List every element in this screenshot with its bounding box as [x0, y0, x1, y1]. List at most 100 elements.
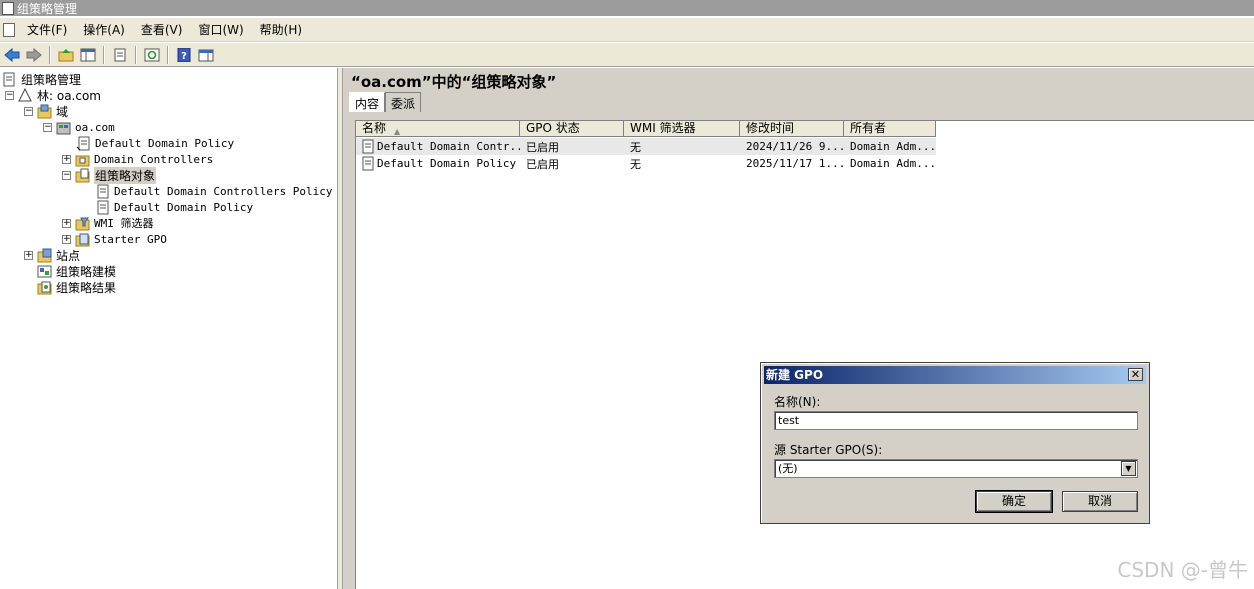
select-value: (无) [778, 462, 798, 475]
tree-domains[interactable]: − 域 [24, 103, 68, 119]
tree-default-domain-policy-link[interactable]: Default Domain Policy [76, 135, 234, 151]
tree-domain[interactable]: − oa.com [43, 119, 115, 135]
tree-gpo-item[interactable]: Default Domain Controllers Policy [95, 183, 333, 199]
menu-window[interactable]: 窗口(W) [190, 21, 251, 38]
refresh-icon[interactable] [142, 46, 162, 64]
cell-modified: 2025/11/17 1... [746, 157, 844, 170]
list-header: 名称 ▲ GPO 状态 WMI 筛选器 修改时间 所有者 [356, 121, 936, 137]
menu-action[interactable]: 操作(A) [75, 21, 133, 38]
cell-text: Default Domain Policy [377, 157, 517, 170]
column-header-gpo-status[interactable]: GPO 状态 [520, 121, 624, 137]
cell-modified: 2024/11/26 9... [746, 140, 844, 153]
menu-file[interactable]: 文件(F) [19, 21, 75, 38]
new-gpo-dialog: 新建 GPO ✕ 名称(N): test 源 Starter GPO(S): (… [760, 362, 1150, 524]
name-label: 名称(N): [774, 395, 821, 409]
window-title: 组策略管理 [17, 1, 78, 16]
source-starter-gpo-select[interactable]: (无) ▼ [774, 459, 1138, 478]
collapse-toggle[interactable]: − [5, 90, 14, 100]
tree-root[interactable]: 组策略管理 [2, 71, 81, 87]
expand-toggle[interactable]: + [62, 234, 71, 244]
modeling-icon [37, 264, 52, 279]
gpo-icon [360, 156, 375, 171]
cell-text: Default Domain Contr... [377, 140, 520, 153]
dropdown-arrow-icon[interactable]: ▼ [1121, 461, 1136, 476]
dialog-title: 新建 GPO [766, 368, 824, 382]
tree-label: 组策略结果 [56, 280, 117, 295]
gpo-name-input[interactable]: test [774, 411, 1138, 430]
tree-starter-gpo[interactable]: + Starter GPO [62, 231, 167, 247]
collapse-toggle[interactable]: − [43, 122, 52, 132]
source-starter-gpo-label: 源 Starter GPO(S): [774, 443, 883, 457]
show-action-pane-icon[interactable] [196, 46, 216, 64]
cell-wmi-filter: 无 [630, 140, 641, 154]
column-header-owner[interactable]: 所有者 [844, 121, 936, 137]
forest-icon [18, 87, 33, 103]
domain-icon [56, 120, 71, 135]
tree-label: 域 [56, 104, 69, 119]
cancel-button[interactable]: 取消 [1062, 491, 1138, 512]
tree-label: 站点 [56, 248, 81, 263]
tree-label: 组策略对象 [94, 166, 157, 184]
column-label: WMI 筛选器 [630, 121, 696, 135]
domains-folder-icon [37, 104, 52, 119]
cell-owner: Domain Adm... [850, 157, 936, 170]
expand-toggle[interactable]: + [24, 250, 33, 260]
watermark: CSDN @-曾牛 [1117, 558, 1248, 582]
gpm-icon [2, 72, 17, 87]
tree-label: Domain Controllers [94, 152, 214, 166]
table-row[interactable]: Default Domain Policy 已启用 无 2025/11/17 1… [356, 155, 936, 172]
tree-label: Default Domain Policy [95, 136, 235, 150]
column-header-wmi-filter[interactable]: WMI 筛选器 [624, 121, 740, 137]
tab-contents[interactable]: 内容 [349, 92, 386, 112]
menu-view[interactable]: 查看(V) [133, 21, 191, 38]
tab-delegation[interactable]: 委派 [385, 92, 422, 112]
tree-gp-results[interactable]: 组策略结果 [37, 279, 116, 295]
tree-sites[interactable]: + 站点 [24, 247, 80, 263]
gpo-link-icon [76, 136, 91, 151]
tree-gpo-container[interactable]: − 组策略对象 [62, 166, 157, 184]
tab-strip: 内容 委派 [349, 92, 422, 112]
column-label: GPO 状态 [526, 121, 580, 135]
forward-arrow-icon[interactable] [24, 46, 44, 64]
gpo-icon [95, 184, 110, 199]
properties-icon[interactable] [110, 46, 130, 64]
toolbar: ? [0, 43, 1254, 67]
document-icon[interactable] [3, 22, 15, 37]
tree-gpo-item[interactable]: Default Domain Policy [95, 199, 253, 215]
menu-bar: 文件(F) 操作(A) 查看(V) 窗口(W) 帮助(H) [0, 18, 1254, 42]
collapse-toggle[interactable]: − [24, 106, 33, 116]
show-hide-tree-icon[interactable] [78, 46, 98, 64]
expand-toggle[interactable]: + [62, 218, 71, 228]
ou-folder-icon [75, 152, 90, 167]
tree-domain-controllers[interactable]: + Domain Controllers [62, 151, 213, 167]
sort-ascending-icon: ▲ [394, 127, 401, 136]
cell-gpo-status: 已启用 [526, 157, 559, 171]
table-row[interactable]: Default Domain Contr... 已启用 无 2024/11/26… [356, 138, 936, 155]
results-icon [37, 280, 52, 295]
tree-wmi-filters[interactable]: + WMI 筛选器 [62, 215, 154, 231]
column-header-name[interactable]: 名称 ▲ [356, 121, 520, 137]
tree-label: 林: oa.com [37, 88, 101, 103]
column-label: 修改时间 [746, 121, 795, 135]
tree-gp-modeling[interactable]: 组策略建模 [37, 263, 116, 279]
dialog-title-bar[interactable]: 新建 GPO ✕ [764, 366, 1146, 384]
collapse-toggle[interactable]: − [62, 170, 71, 180]
column-label: 名称 [362, 121, 387, 135]
column-header-modified[interactable]: 修改时间 [740, 121, 844, 137]
menu-help[interactable]: 帮助(H) [252, 21, 310, 38]
tree-label: WMI 筛选器 [94, 217, 154, 230]
toolbar-separator [135, 45, 137, 64]
back-arrow-icon[interactable] [2, 46, 22, 64]
tree-forest[interactable]: − 林: oa.com [5, 87, 101, 103]
cell-name: Default Domain Policy [356, 156, 520, 171]
toolbar-separator [103, 45, 105, 64]
expand-toggle[interactable]: + [62, 154, 71, 164]
ok-button[interactable]: 确定 [975, 490, 1053, 513]
sites-icon [37, 248, 52, 263]
toolbar-separator [49, 45, 51, 64]
tree-label: Default Domain Policy [114, 200, 254, 214]
help-icon[interactable]: ? [174, 46, 194, 64]
close-icon[interactable]: ✕ [1128, 368, 1143, 381]
up-folder-icon[interactable] [56, 46, 76, 64]
tree-label: Default Domain Controllers Policy [114, 184, 333, 198]
